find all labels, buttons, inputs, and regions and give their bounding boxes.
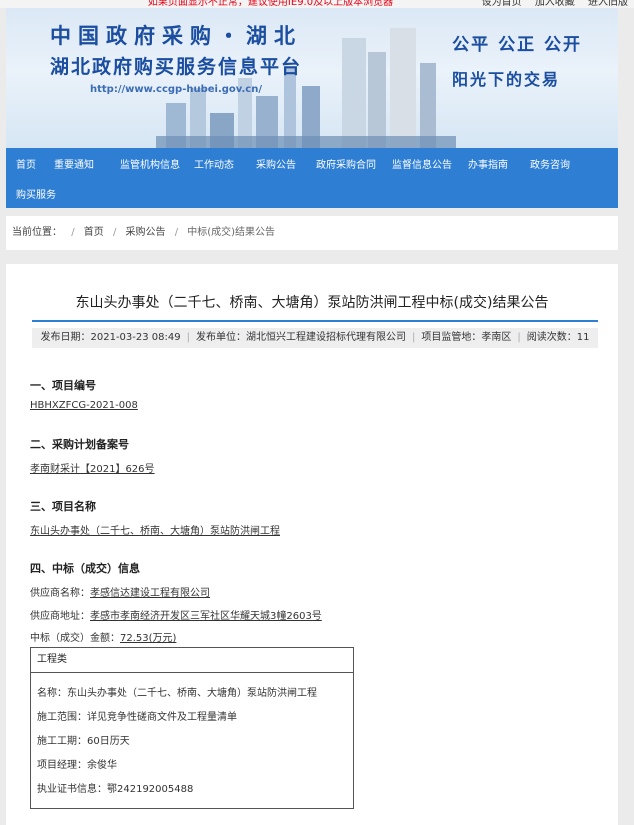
old-version-link[interactable]: 进入旧版 <box>588 0 628 8</box>
supplier-address-label: 供应商地址： <box>30 611 90 622</box>
site-banner: 中国政府采购・湖北 湖北政府购买服务信息平台 http://www.ccgp-h… <box>6 8 618 148</box>
banner-title: 中国政府采购・湖北 <box>50 24 302 48</box>
award-details-table: 工程类 名称：东山头办事处（二千七、桥南、大塘角）泵站防洪闸工程 施工范围：详见… <box>30 647 354 809</box>
project-number: HBHXZFCG-2021-008 <box>30 400 138 411</box>
section-heading: 一、项目编号 <box>30 379 96 392</box>
supplier-name-label: 供应商名称： <box>30 588 90 599</box>
nav-item-guide[interactable]: 办事指南 <box>468 156 508 171</box>
award-amount-row: 中标（成交）金额：72.53(万元) <box>30 629 176 644</box>
browser-notice: 如果页面显示不正常，建议使用IE9.0及以上版本浏览器 <box>147 0 394 8</box>
plan-record-number: 孝南财采计【2021】626号 <box>30 464 155 475</box>
page-title: 东山头办事处（二千七、桥南、大塘角）泵站防洪闸工程中标(成交)结果公告 <box>75 295 549 311</box>
detail-line: 执业证书信息：鄂242192005488 <box>37 784 194 795</box>
breadcrumb: 当前位置： / 首页 / 采购公告 / 中标(成交)结果公告 <box>6 216 618 250</box>
banner-slogan: 公平 公正 公开 <box>452 35 582 55</box>
nav-item-announcements[interactable]: 采购公告 <box>256 156 296 171</box>
publisher: 发布单位：湖北恒兴工程建设招标代理有限公司 <box>196 332 406 343</box>
main-nav: 首页 重要通知 监管机构信息 工作动态 采购公告 政府采购合同 监督信息公告 办… <box>6 148 618 208</box>
supplier-name-row: 供应商名称：孝感信达建设工程有限公司 <box>30 584 210 599</box>
banner-url: http://www.ccgp-hubei.gov.cn/ <box>90 84 262 95</box>
section-heading: 二、采购计划备案号 <box>30 438 129 451</box>
add-favorite-link[interactable]: 加入收藏 <box>535 0 575 8</box>
detail-line: 施工工期：60日历天 <box>37 736 130 747</box>
project-name: 东山头办事处（二千七、桥南、大塘角）泵站防洪闸工程 <box>30 526 280 537</box>
nav-item-contracts[interactable]: 政府采购合同 <box>316 156 376 171</box>
detail-line: 施工范围：详见竞争性磋商文件及工程量清单 <box>37 712 237 723</box>
breadcrumb-current: 中标(成交)结果公告 <box>187 227 276 238</box>
award-amount-label: 中标（成交）金额： <box>30 633 120 644</box>
award-amount: 72.53(万元) <box>120 633 177 644</box>
region: 项目监管地：孝南区 <box>421 332 512 343</box>
supplier-address-row: 供应商地址：孝感市孝南经济开发区三军社区华耀天城3幢2603号 <box>30 607 322 622</box>
set-homepage-link[interactable]: 设为首页 <box>482 0 522 8</box>
nav-item-consult[interactable]: 政务咨询 <box>530 156 570 171</box>
supplier-address: 孝感市孝南经济开发区三军社区华耀天城3幢2603号 <box>90 611 322 622</box>
detail-line: 名称：东山头办事处（二千七、桥南、大塘角）泵站防洪闸工程 <box>37 688 317 699</box>
nav-item-regulators[interactable]: 监管机构信息 <box>120 156 180 171</box>
table-header: 工程类 <box>31 648 353 673</box>
detail-line: 项目经理：余俊华 <box>37 760 117 771</box>
breadcrumb-separator: / <box>174 227 179 238</box>
publish-date: 发布日期：2021-03-23 08:49 <box>40 332 181 343</box>
breadcrumb-label: 当前位置： <box>12 227 62 238</box>
banner-subtitle: 湖北政府购买服务信息平台 <box>50 56 303 78</box>
breadcrumb-announcements[interactable]: 采购公告 <box>126 227 166 238</box>
breadcrumb-separator: / <box>71 227 75 238</box>
breadcrumb-separator: / <box>112 227 117 238</box>
title-divider <box>32 320 598 322</box>
top-links: 设为首页 加入收藏 进入旧版 <box>472 0 628 8</box>
article-meta: 发布日期：2021-03-23 08:49 | 发布单位：湖北恒兴工程建设招标代理有… <box>32 328 598 348</box>
section-heading: 四、中标（成交）信息 <box>30 562 140 575</box>
nav-item-notices[interactable]: 重要通知 <box>54 156 94 171</box>
nav-item-home[interactable]: 首页 <box>16 156 36 171</box>
section-heading: 三、项目名称 <box>30 500 96 513</box>
nav-item-work-news[interactable]: 工作动态 <box>194 156 234 171</box>
top-strip: 如果页面显示不正常，建议使用IE9.0及以上版本浏览器 设为首页 加入收藏 进入… <box>0 0 634 8</box>
view-count: 阅读次数：11 <box>526 332 590 343</box>
supplier-name: 孝感信达建设工程有限公司 <box>90 588 210 599</box>
article: 东山头办事处（二千七、桥南、大塘角）泵站防洪闸工程中标(成交)结果公告 发布日期… <box>6 264 618 825</box>
banner-slogan-2: 阳光下的交易 <box>451 70 560 89</box>
nav-item-purchase-services[interactable]: 购买服务 <box>16 186 56 201</box>
breadcrumb-home[interactable]: 首页 <box>84 227 104 238</box>
nav-item-supervision[interactable]: 监督信息公告 <box>392 156 452 171</box>
